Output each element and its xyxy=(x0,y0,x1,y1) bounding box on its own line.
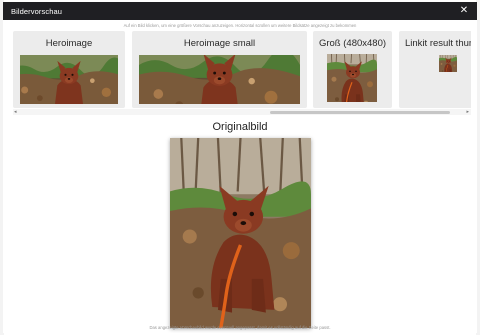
dialog-title: Bildervorschau xyxy=(11,6,63,16)
variant-thumbnail[interactable] xyxy=(327,54,377,102)
variant-card-heroimage-small[interactable]: Heroimage small xyxy=(132,31,307,108)
original-image-title: Originalbild xyxy=(212,121,268,133)
variant-title: Heroimage xyxy=(45,38,93,49)
variant-title: Linkit result thumbnail xyxy=(405,38,471,49)
variant-card-gross-480[interactable]: Groß (480x480) xyxy=(313,31,392,108)
scrollbar-thumb[interactable] xyxy=(270,110,450,114)
original-image-preview xyxy=(170,138,311,328)
horizontal-scrollbar[interactable]: ◂ ▸ xyxy=(13,109,471,115)
image-style-carousel[interactable]: Heroimage Heroimage small Groß (480x480)… xyxy=(13,31,471,117)
preview-hint-top: Auf ein Bild klicken, um eine größere Vo… xyxy=(123,23,357,28)
image-preview-dialog: Bildervorschau ✕ Auf ein Bild klicken, u… xyxy=(3,2,477,333)
scroll-left-icon[interactable]: ◂ xyxy=(14,109,17,115)
close-icon[interactable]: ✕ xyxy=(458,5,470,17)
dialog-header: Bildervorschau ✕ xyxy=(3,2,477,20)
variant-thumbnail[interactable] xyxy=(139,55,300,104)
variant-thumbnail[interactable] xyxy=(439,55,457,72)
variant-card-heroimage[interactable]: Heroimage xyxy=(13,31,125,108)
variant-title: Heroimage small xyxy=(183,38,256,49)
scroll-right-icon[interactable]: ▸ xyxy=(466,109,469,115)
variant-thumbnail[interactable] xyxy=(20,55,118,104)
variant-title: Groß (480x480) xyxy=(318,38,387,49)
preview-hint-bottom: Das angezeigte Vorschaubild wurde eventu… xyxy=(149,325,331,330)
variant-card-linkit-thumbnail[interactable]: Linkit result thumbnail xyxy=(399,31,471,108)
